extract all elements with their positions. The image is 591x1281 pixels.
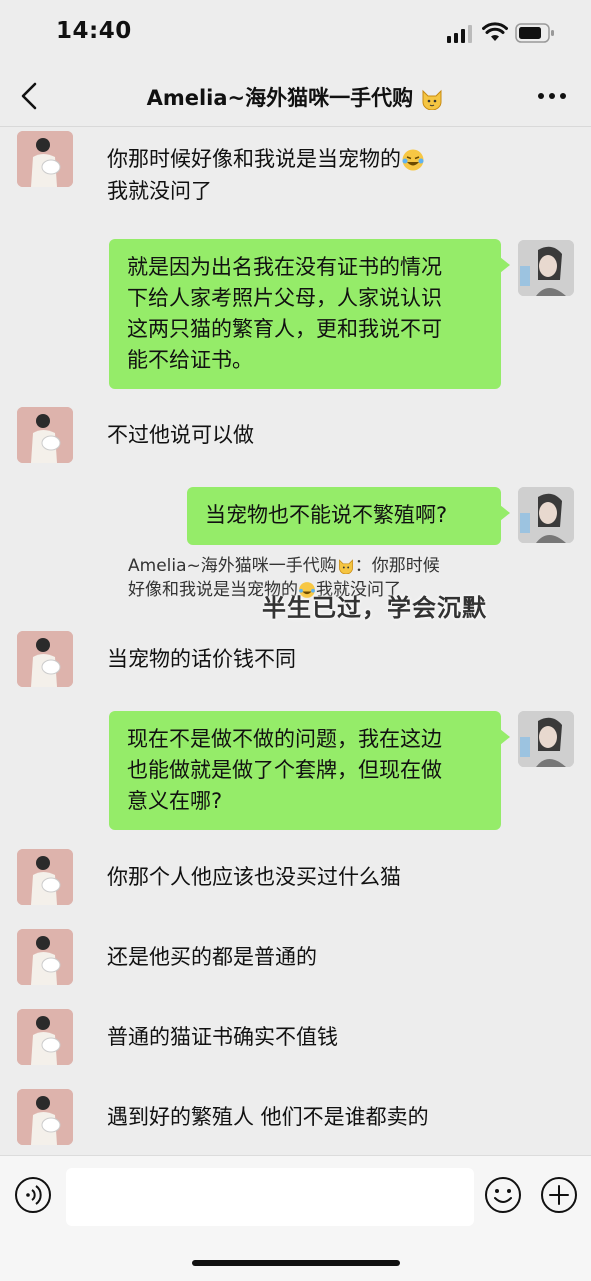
friend-avatar[interactable] (17, 849, 73, 905)
message-text: 不过他说可以做 (107, 419, 254, 451)
person-photo-icon (17, 1009, 73, 1065)
message-text: 你那个人他应该也没买过什么猫 (107, 861, 401, 893)
message-line: 下给人家考照片父母，人家说认识 (127, 286, 442, 310)
my-message-bubble: 当宠物也不能说不繁殖啊? (187, 487, 510, 545)
message-line: 普通的猫证书确实不值钱 (107, 1025, 338, 1049)
quote-text: ：你那时候 (354, 556, 440, 576)
message-line: 你那个人他应该也没买过什么猫 (107, 865, 401, 889)
cat-face-icon (422, 89, 442, 110)
message-line: 遇到好的繁殖人 他们不是谁都卖的 (107, 1105, 429, 1129)
my-message-bubble: 现在不是做不做的问题，我在这边 也能做就是做了个套牌，但现在做 意义在哪? (109, 711, 510, 830)
message-text: 还是他买的都是普通的 (107, 941, 317, 973)
quote-sender: Amelia~海外猫咪一手代购 (128, 556, 337, 576)
person-photo-icon (17, 849, 73, 905)
message-line: 这两只猫的繁育人，更和我说不可 (127, 317, 442, 341)
message-line: 还是他买的都是普通的 (107, 945, 317, 969)
cellular-signal-icon (447, 25, 472, 43)
person-photo-icon (518, 240, 574, 296)
wifi-icon (482, 22, 508, 41)
smiley-icon[interactable] (484, 1176, 522, 1214)
message-line: 意义在哪? (127, 789, 223, 813)
person-photo-icon (518, 711, 574, 767)
cat-face-icon (338, 559, 353, 574)
friend-avatar[interactable] (17, 407, 73, 463)
person-photo-icon (17, 929, 73, 985)
chat-header: Amelia~海外猫咪一手代购 (0, 66, 591, 127)
friend-avatar[interactable] (17, 929, 73, 985)
status-bar: 14:40 (0, 0, 591, 66)
message-line: 也能做就是做了个套牌，但现在做 (127, 758, 442, 782)
battery-icon (515, 23, 554, 43)
crying-laughing-emoji-icon (402, 149, 424, 171)
home-indicator (192, 1260, 400, 1266)
chevron-left-icon[interactable] (14, 78, 46, 114)
friend-avatar[interactable] (17, 1009, 73, 1065)
overlay-caption: 半生已过，学会沉默 (262, 594, 487, 622)
message-line: 能不给证书。 (127, 348, 253, 372)
message-input[interactable] (66, 1168, 474, 1226)
person-photo-icon (17, 631, 73, 687)
message-line: 当宠物也不能说不繁殖啊? (205, 503, 448, 527)
message-line: 现在不是做不做的问题，我在这边 (127, 727, 442, 751)
status-time: 14:40 (56, 18, 132, 44)
my-avatar[interactable] (518, 711, 574, 767)
message-text: 当宠物的话价钱不同 (107, 643, 296, 675)
chat-title-text: Amelia~海外猫咪一手代购 (146, 86, 414, 110)
message-line: 不过他说可以做 (107, 423, 254, 447)
message-text: 普通的猫证书确实不值钱 (107, 1021, 338, 1053)
message-text: 遇到好的繁殖人 他们不是谁都卖的 (107, 1101, 429, 1133)
my-avatar[interactable] (518, 240, 574, 296)
friend-avatar[interactable] (17, 131, 73, 187)
person-photo-icon (17, 407, 73, 463)
my-avatar[interactable] (518, 487, 574, 543)
plus-icon[interactable] (540, 1176, 578, 1214)
friend-avatar[interactable] (17, 631, 73, 687)
more-dots-icon[interactable] (535, 82, 569, 110)
friend-avatar[interactable] (17, 1089, 73, 1145)
message-text: 你那时候好像和我说是当宠物的 我就没问了 (107, 143, 425, 207)
message-line: 就是因为出名我在没有证书的情况 (127, 255, 442, 279)
my-message-bubble: 就是因为出名我在没有证书的情况 下给人家考照片父母，人家说认识 这两只猫的繁育人… (109, 239, 510, 389)
message-line: 当宠物的话价钱不同 (107, 647, 296, 671)
message-line: 你那时候好像和我说是当宠物的 (107, 147, 401, 171)
person-photo-icon (17, 131, 73, 187)
voice-icon[interactable] (14, 1176, 52, 1214)
person-photo-icon (518, 487, 574, 543)
message-line: 我就没问了 (107, 179, 212, 203)
chat-title: Amelia~海外猫咪一手代购 (60, 82, 531, 112)
person-photo-icon (17, 1089, 73, 1145)
